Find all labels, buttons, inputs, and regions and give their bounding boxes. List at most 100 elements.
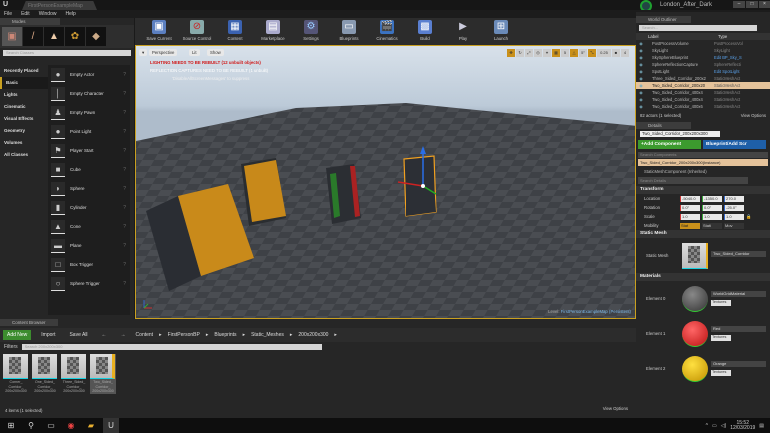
- scale-snap-value[interactable]: 0.25: [597, 49, 611, 57]
- camera-speed-value[interactable]: 4: [621, 49, 629, 57]
- class-item[interactable]: ♟ Empty Pawn?: [48, 103, 130, 122]
- save-all-button[interactable]: Save All: [65, 330, 91, 340]
- foliage-mode-icon[interactable]: ✿: [65, 27, 85, 46]
- help-icon[interactable]: ?: [123, 72, 126, 78]
- search-components-input[interactable]: Search Components: [638, 152, 768, 158]
- class-item[interactable]: ▬ Plane?: [48, 236, 130, 255]
- modes-tab[interactable]: Modes: [0, 18, 60, 25]
- volume-icon[interactable]: ◁): [721, 423, 727, 429]
- world-outliner-tab[interactable]: World Outliner: [636, 16, 691, 23]
- material-dropdown[interactable]: Orange: [711, 361, 766, 367]
- marketplace-button[interactable]: ▤ Marketplace: [254, 18, 292, 41]
- class-item[interactable]: │ Empty Character?: [48, 84, 130, 103]
- mobility-stationary[interactable]: Stati: [702, 222, 722, 229]
- category-recently-placed[interactable]: Recently Placed: [0, 65, 48, 77]
- surface-snap-icon[interactable]: ⌖: [543, 49, 551, 57]
- class-item[interactable]: ○ Sphere Trigger?: [48, 274, 130, 293]
- help-icon[interactable]: ?: [123, 243, 126, 249]
- source-control-button[interactable]: ⊘ Source Control: [178, 18, 216, 41]
- grid-snap-icon[interactable]: ▦: [552, 49, 560, 57]
- search-icon[interactable]: ⚲: [23, 418, 39, 433]
- rotation-snap-icon[interactable]: △: [570, 49, 578, 57]
- textures-dropdown[interactable]: Textures: [711, 370, 731, 376]
- class-item[interactable]: ▲ Cone?: [48, 217, 130, 236]
- eye-icon[interactable]: ◉: [636, 97, 646, 102]
- class-item[interactable]: ◗ Sphere?: [48, 179, 130, 198]
- category-geometry[interactable]: Geometry: [0, 125, 48, 137]
- help-icon[interactable]: ?: [123, 129, 126, 135]
- help-icon[interactable]: ?: [123, 91, 126, 97]
- actor-name-field[interactable]: Two_Sided_Corridor_200x200x300: [640, 131, 720, 137]
- forward-arrow-icon[interactable]: →: [117, 330, 130, 340]
- perspective-button[interactable]: Perspective: [149, 49, 178, 56]
- outliner-row[interactable]: ◉ Two_Sided_Corridor_400x4 StaticMeshAct: [636, 96, 770, 103]
- notification-icon[interactable]: ▤: [759, 423, 764, 429]
- grid-snap-value[interactable]: 5: [561, 49, 569, 57]
- chevron-up-icon[interactable]: ^: [706, 423, 708, 429]
- eye-icon[interactable]: ◉: [636, 55, 646, 60]
- paint-mode-icon[interactable]: /: [23, 27, 43, 46]
- breadcrumb-blueprints[interactable]: Blueprints: [214, 332, 236, 338]
- search-classes-input[interactable]: Search Classes: [3, 50, 131, 56]
- material-dropdown[interactable]: WorldGridMaterial: [711, 291, 766, 297]
- breadcrumb-200x200x300[interactable]: 200x200x300: [298, 332, 328, 338]
- breadcrumb-static-meshes[interactable]: Static_Meshes: [251, 332, 284, 338]
- eye-icon[interactable]: ◉: [636, 90, 646, 95]
- eye-icon[interactable]: ◉: [636, 69, 646, 74]
- network-icon[interactable]: ▭: [712, 423, 717, 429]
- scale-icon[interactable]: ⤢: [525, 49, 533, 57]
- outliner-row-selected[interactable]: ◉ Two_Sided_Corridor_200x20 StaticMeshAct: [636, 82, 770, 89]
- help-icon[interactable]: ?: [123, 205, 126, 211]
- level-tab[interactable]: FirstPersonExampleMap: [22, 1, 97, 10]
- static-mesh-dropdown[interactable]: Two_Sided_Corridor: [711, 251, 766, 257]
- show-button[interactable]: Show: [207, 49, 224, 56]
- lit-button[interactable]: Lit: [189, 49, 200, 56]
- class-item[interactable]: ● Empty Actor?: [48, 65, 130, 84]
- clock[interactable]: 15:52 12/03/2019: [730, 420, 755, 431]
- build-button[interactable]: ▩ Build: [406, 18, 444, 41]
- unreal-editor-icon[interactable]: U: [103, 418, 119, 433]
- material-dropdown[interactable]: Red: [711, 326, 766, 332]
- eye-icon[interactable]: ◉: [636, 62, 646, 67]
- geometry-mode-icon[interactable]: ◆: [86, 27, 106, 46]
- outliner-row[interactable]: ◉ SpotLight Edit SpotLight: [636, 68, 770, 75]
- category-lights[interactable]: Lights: [0, 89, 48, 101]
- help-icon[interactable]: ?: [123, 186, 126, 192]
- outliner-view-options-button[interactable]: View Options: [741, 113, 766, 118]
- outliner-row[interactable]: ◉ Three_Sided_Corridor_200x2 StaticMeshAct: [636, 75, 770, 82]
- close-button[interactable]: ×: [759, 1, 770, 8]
- outliner-row[interactable]: ◉ SkyLight SkyLight: [636, 47, 770, 54]
- asset-tile[interactable]: One_Sided_ Corridor_ 200x200x300: [32, 354, 58, 394]
- menu-edit[interactable]: Edit: [21, 11, 30, 17]
- eye-icon[interactable]: ◉: [636, 41, 646, 46]
- category-visual-effects[interactable]: Visual Effects: [0, 113, 48, 125]
- outliner-row[interactable]: ◉ SphereReflectionCapture SphereReflecti: [636, 61, 770, 68]
- details-tab[interactable]: Details: [636, 122, 691, 129]
- transform-section-header[interactable]: Transform: [636, 186, 770, 194]
- blueprints-button[interactable]: ▭ Blueprints: [330, 18, 368, 41]
- outliner-row[interactable]: ◉ SkySphereBlueprint Edit BP_Sky_S: [636, 54, 770, 61]
- help-icon[interactable]: ?: [123, 281, 126, 287]
- class-item[interactable]: ▮ Cylinder?: [48, 198, 130, 217]
- mobility-movable[interactable]: Mov: [724, 222, 744, 229]
- maximize-button[interactable]: □: [746, 1, 758, 8]
- chrome-icon[interactable]: ◉: [63, 418, 79, 433]
- class-item[interactable]: ⚑ Player Start?: [48, 141, 130, 160]
- launch-button[interactable]: ⊞ Launch: [482, 18, 520, 41]
- menu-window[interactable]: Window: [39, 11, 57, 17]
- mobility-static[interactable]: Stat: [680, 222, 700, 229]
- category-volumes[interactable]: Volumes: [0, 137, 48, 149]
- eye-icon[interactable]: ◉: [636, 104, 646, 109]
- import-button[interactable]: Import: [37, 330, 59, 340]
- rotate-icon[interactable]: ↻: [516, 49, 524, 57]
- place-mode-icon[interactable]: ▣: [2, 27, 22, 46]
- asset-tile[interactable]: Corner_ Corridor_ 200x200x300: [3, 354, 29, 394]
- eye-icon[interactable]: ◉: [636, 76, 646, 81]
- class-item[interactable]: □ Box Trigger?: [48, 255, 130, 274]
- asset-tile[interactable]: Three_Sided_ Corridor_ 200x200x300: [61, 354, 87, 394]
- breadcrumb-firstpersonbp[interactable]: FirstPersonBP: [168, 332, 200, 338]
- component-instance-row[interactable]: Two_Sided_Corridor_200x200x300(Instance): [638, 159, 768, 166]
- material-thumbnail[interactable]: [682, 355, 708, 382]
- outliner-row[interactable]: ◉ Two_Sided_Corridor_400x6 StaticMeshAct: [636, 103, 770, 110]
- menu-help[interactable]: Help: [65, 11, 75, 17]
